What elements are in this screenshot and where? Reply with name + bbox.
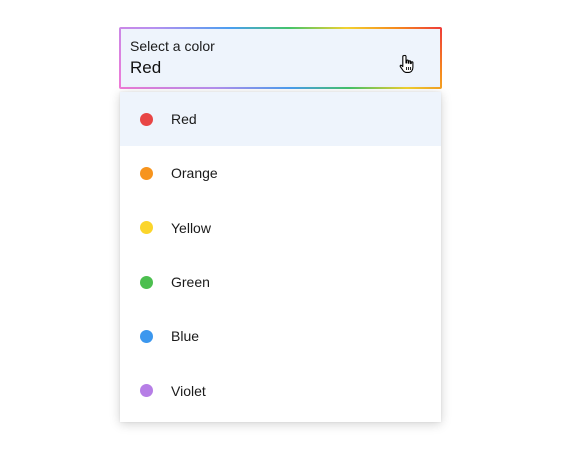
select-label: Select a color xyxy=(130,38,215,54)
option-green[interactable]: Green xyxy=(120,255,441,309)
color-select[interactable]: Select a color Red xyxy=(119,27,442,89)
option-label: Orange xyxy=(171,165,218,182)
option-orange[interactable]: Orange xyxy=(120,146,441,200)
option-label: Yellow xyxy=(171,219,211,236)
option-red[interactable]: Red xyxy=(120,92,441,147)
color-dot-icon xyxy=(140,275,153,289)
option-label: Blue xyxy=(171,328,200,345)
color-dot-icon xyxy=(140,221,153,235)
option-label: Red xyxy=(171,111,197,128)
color-dot-icon xyxy=(140,384,153,398)
color-dot-icon xyxy=(140,166,153,180)
option-violet[interactable]: Violet xyxy=(120,363,441,417)
color-dot-icon xyxy=(140,112,153,126)
option-yellow[interactable]: Yellow xyxy=(120,201,441,255)
color-options-list: Red Orange Yellow Green Blue Violet xyxy=(120,92,441,422)
hand-pointer-icon xyxy=(399,54,414,73)
option-label: Green xyxy=(171,274,210,291)
option-blue[interactable]: Blue xyxy=(120,309,441,363)
select-value: Red xyxy=(130,58,162,77)
color-dot-icon xyxy=(140,329,153,343)
option-label: Violet xyxy=(171,382,206,399)
